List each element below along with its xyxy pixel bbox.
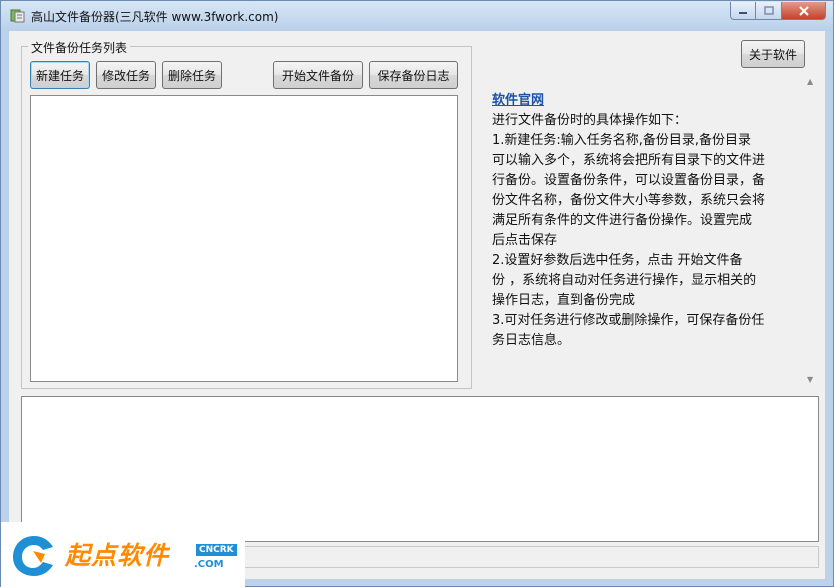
- watermark-text: 起点软件: [65, 541, 170, 570]
- close-icon: [798, 5, 809, 16]
- info-line: 进行文件备份时的具体操作如下：: [492, 113, 688, 128]
- modify-task-button[interactable]: 修改任务: [96, 61, 156, 89]
- app-icon: [10, 9, 25, 23]
- about-button[interactable]: 关于软件: [741, 40, 805, 68]
- info-line: 2.设置好参数后选中任务，点击 开始文件备: [492, 253, 743, 268]
- info-line: 操作日志，直到备份完成: [492, 293, 636, 308]
- info-line: 后点击保存: [492, 233, 558, 248]
- task-list[interactable]: [30, 95, 458, 382]
- app-window: 高山文件备份器(三凡软件 www.3fwork.com) 文件备份任务列表 新建…: [0, 0, 834, 588]
- log-output[interactable]: [21, 396, 819, 542]
- maximize-icon: [763, 6, 774, 15]
- scroll-down-icon[interactable]: ▼: [807, 375, 813, 384]
- task-list-legend: 文件备份任务列表: [28, 39, 131, 56]
- watermark-domain: .COM: [194, 559, 224, 570]
- start-backup-button[interactable]: 开始文件备份: [273, 61, 363, 89]
- info-line: 3.可对任务进行修改或删除操作，可保存备份任: [492, 313, 765, 328]
- website-link[interactable]: 软件官网: [492, 91, 792, 111]
- client-area: 文件备份任务列表 新建任务 修改任务 删除任务 开始文件备份 保存备份日志 关于…: [9, 31, 825, 579]
- title-bar[interactable]: 高山文件备份器(三凡软件 www.3fwork.com): [1, 1, 833, 31]
- window-controls: [730, 2, 826, 20]
- minimize-button[interactable]: [730, 2, 756, 20]
- info-line: 务日志信息。: [492, 333, 571, 348]
- close-button[interactable]: [782, 2, 826, 20]
- info-line: 份文件名称，备份文件大小等参数，系统只会将: [492, 193, 766, 208]
- minimize-icon: [739, 11, 747, 14]
- delete-task-button[interactable]: 删除任务: [162, 61, 222, 89]
- save-log-button[interactable]: 保存备份日志: [369, 61, 458, 89]
- info-scrollbar[interactable]: ▲ ▼: [804, 71, 819, 388]
- info-line: 1.新建任务:输入任务名称,备份目录,备份目录: [492, 133, 752, 148]
- info-panel: 软件官网 进行文件备份时的具体操作如下： 1.新建任务:输入任务名称,备份目录,…: [492, 91, 792, 351]
- scroll-up-icon[interactable]: ▲: [807, 77, 813, 86]
- watermark-logo: 起点软件 CNCRK .COM: [1, 522, 245, 588]
- info-line: 可以输入多个，系统将会把所有目录下的文件进: [492, 153, 766, 168]
- new-task-button[interactable]: 新建任务: [30, 61, 90, 89]
- info-line: 行备份。设置备份条件，可以设置备份目录，备: [492, 173, 766, 188]
- watermark-swirl-icon: [13, 536, 53, 576]
- maximize-button[interactable]: [756, 2, 782, 20]
- window-title: 高山文件备份器(三凡软件 www.3fwork.com): [31, 10, 279, 24]
- info-line: 满足所有条件的文件进行备份操作。设置完成: [492, 213, 753, 228]
- watermark-tag: CNCRK: [196, 544, 237, 556]
- info-line: 份 ，系统将自动对任务进行操作，显示相关的: [492, 273, 757, 288]
